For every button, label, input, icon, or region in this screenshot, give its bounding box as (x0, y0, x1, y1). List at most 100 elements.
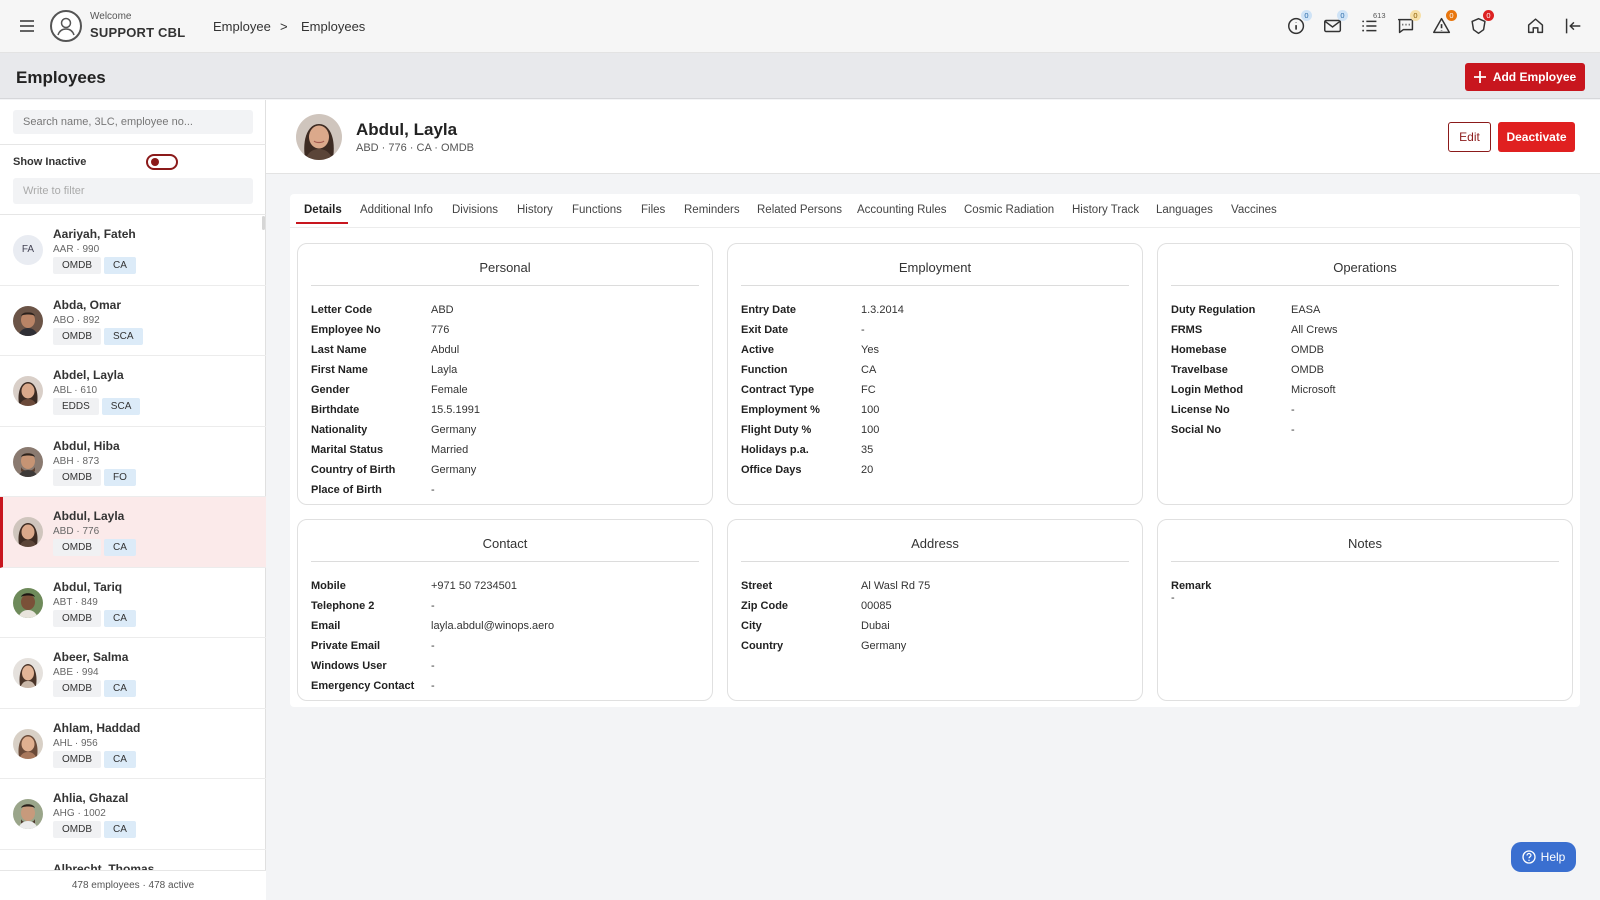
tab-accounting-rules[interactable]: Accounting Rules (857, 204, 947, 216)
filter-input[interactable] (13, 178, 253, 204)
employee-name: Ahlia, Ghazal (53, 791, 129, 805)
employee-subtitle: ABD · 776 · CA · OMDB (356, 142, 474, 154)
tab-reminders[interactable]: Reminders (684, 204, 740, 216)
field-label: Mobile (311, 580, 346, 592)
field-label: Street (741, 580, 773, 592)
info-badge: 0 (1301, 10, 1312, 21)
field-label: Employee No (311, 324, 381, 336)
field-value[interactable]: layla.abdul@winops.aero (431, 620, 554, 632)
field-value: Layla (431, 364, 458, 376)
field-value: - (1291, 404, 1295, 416)
function-tag: CA (104, 680, 136, 697)
address-card-title: Address (911, 536, 959, 551)
field-value: Germany (861, 640, 907, 652)
tab-files[interactable]: Files (641, 204, 665, 216)
field-value: Dubai (861, 620, 890, 632)
warning-badge: 0 (1446, 10, 1457, 21)
field-label: Telephone 2 (311, 600, 375, 612)
edit-button[interactable]: Edit (1448, 122, 1491, 152)
field-value: - (431, 484, 435, 496)
notes-card-title: Notes (1348, 536, 1382, 551)
employee-code: ABO · 892 (53, 314, 100, 326)
employee-list-item[interactable]: Abdel, Layla ABL · 610 EDDS SCA (0, 356, 266, 427)
employee-list-item[interactable]: Abda, Omar ABO · 892 OMDB SCA (0, 286, 266, 356)
field-value: EASA (1291, 304, 1321, 316)
employee-list-item[interactable]: Abdul, Hiba ABH · 873 OMDB FO (0, 427, 266, 497)
info-icon[interactable]: 0 (1286, 10, 1312, 39)
employee-code: AHG · 1002 (53, 808, 106, 819)
user-avatar-icon[interactable] (50, 10, 82, 42)
menu-icon[interactable] (17, 16, 37, 36)
employee-list-item[interactable]: Albrecht, Thomas (0, 850, 266, 871)
field-value: - (431, 640, 435, 652)
employment-card: Employment Entry Date 1.3.2014 Exit Date… (727, 243, 1143, 505)
show-inactive-toggle[interactable] (146, 154, 178, 170)
employee-search-input[interactable] (13, 110, 253, 134)
field-value: Married (431, 444, 469, 456)
field-value: OMDB (1291, 364, 1324, 376)
function-tag: CA (104, 539, 136, 556)
employee-list-item[interactable]: Ahlia, Ghazal AHG · 1002 OMDB CA (0, 779, 266, 850)
employee-list-item[interactable]: FA Aariyah, Fateh AAR · 990 OMDB CA (0, 215, 266, 286)
breadcrumb-employee[interactable]: Employee (213, 19, 271, 34)
employee-code: ABD · 776 (53, 526, 100, 537)
employee-sidebar: Show Inactive FA Aariyah, Fateh AAR · 99… (0, 100, 266, 900)
home-icon[interactable] (1525, 15, 1549, 39)
user-name[interactable]: SUPPORT CBL (90, 25, 185, 40)
field-label: Travelbase (1171, 364, 1228, 376)
employee-list-item[interactable]: Abeer, Salma ABE · 994 OMDB CA (0, 638, 266, 709)
field-value: - (431, 680, 435, 692)
field-value: 00085 (861, 600, 892, 612)
tab-details[interactable]: Details (304, 204, 342, 216)
divider (741, 561, 1129, 562)
tab-vaccines[interactable]: Vaccines (1231, 204, 1277, 216)
field-label: Holidays p.a. (741, 444, 809, 456)
function-tag: CA (104, 821, 136, 838)
add-employee-button[interactable]: Add Employee (1465, 63, 1585, 91)
deactivate-button[interactable]: Deactivate (1498, 122, 1575, 152)
base-tag: OMDB (53, 327, 101, 345)
base-tag: OMDB (53, 680, 101, 697)
tab-history-track[interactable]: History Track (1072, 204, 1139, 216)
field-label: Gender (311, 384, 350, 396)
mail-icon[interactable]: 0 (1322, 10, 1348, 39)
employee-code: ABL · 610 (53, 385, 98, 396)
tab-cosmic-radiation[interactable]: Cosmic Radiation (964, 204, 1054, 216)
active-tab-indicator (296, 222, 348, 224)
welcome-label: Welcome (90, 11, 132, 22)
tab-functions[interactable]: Functions (572, 204, 622, 216)
employee-list-item[interactable]: Abdul, Tariq ABT · 849 OMDB CA (0, 568, 266, 638)
base-tag: EDDS (53, 398, 99, 415)
divider (1171, 561, 1559, 562)
remark-value: - (1171, 592, 1175, 604)
list-scrollbar[interactable] (262, 216, 265, 230)
chat-icon[interactable]: 0 (1395, 10, 1421, 39)
tab-history[interactable]: History (517, 204, 553, 216)
field-label: Windows User (311, 660, 387, 672)
field-value: 100 (861, 404, 880, 416)
field-label: Employment % (741, 404, 820, 416)
employee-name: Abdul, Hiba (53, 438, 120, 453)
help-button[interactable]: Help (1511, 842, 1576, 872)
warning-icon[interactable]: 0 (1431, 10, 1457, 39)
tab-divisions[interactable]: Divisions (452, 204, 498, 216)
tab-additional-info[interactable]: Additional Info (360, 204, 433, 216)
tab-related-persons[interactable]: Related Persons (757, 204, 842, 216)
logout-icon[interactable] (1562, 15, 1586, 39)
employee-photo-avatar (13, 305, 43, 336)
shield-icon[interactable]: 0 (1468, 10, 1494, 39)
employee-list-item[interactable]: Ahlam, Haddad AHL · 956 OMDB CA (0, 709, 266, 779)
field-label: Marital Status (311, 444, 384, 456)
employee-photo-avatar (13, 446, 43, 477)
list-icon[interactable]: 613 (1359, 11, 1386, 39)
field-label: Exit Date (741, 324, 789, 336)
employee-list-item-selected[interactable]: Abdul, Layla ABD · 776 OMDB CA (0, 497, 266, 568)
employee-name: Aariyah, Fateh (53, 227, 136, 241)
employee-photo-avatar (13, 376, 43, 406)
tab-languages[interactable]: Languages (1156, 204, 1213, 216)
employee-code: ABT · 849 (53, 596, 98, 608)
field-label: Contract Type (741, 384, 815, 396)
breadcrumb-employees[interactable]: Employees (301, 19, 365, 34)
field-label: Emergency Contact (311, 680, 415, 692)
mail-badge: 0 (1337, 10, 1348, 21)
